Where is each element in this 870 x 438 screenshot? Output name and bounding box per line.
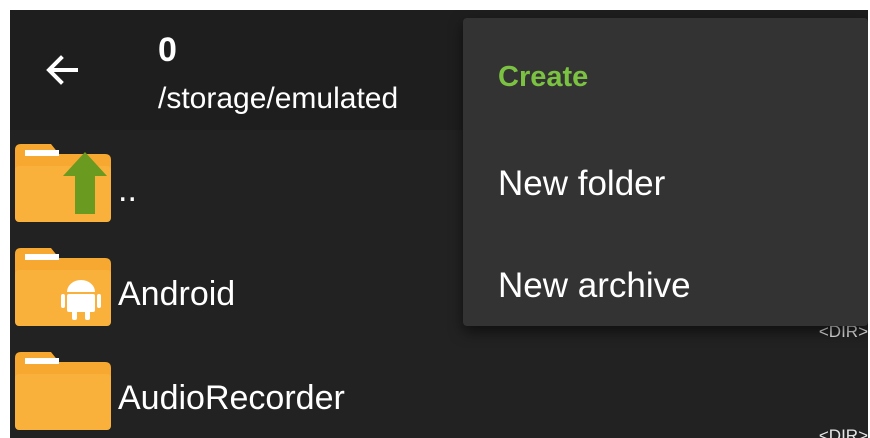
file-manager-screen: 0 /storage/emulated .. Android <DIR> Aud… (10, 10, 868, 438)
back-button[interactable] (38, 46, 86, 94)
menu-item-label: New archive (498, 266, 691, 305)
file-name: .. (118, 171, 137, 209)
folder-icon (15, 352, 111, 430)
file-row-audiorecorder[interactable]: AudioRecorder <DIR> (10, 344, 868, 438)
create-menu: Create New folder New archive (463, 18, 868, 326)
arrow-left-icon (46, 55, 78, 85)
current-path: /storage/emulated (158, 82, 399, 115)
page-title: 0 (158, 31, 177, 69)
file-meta: <DIR> (818, 426, 868, 438)
folder-android-icon (15, 248, 111, 326)
file-name: Android (118, 275, 236, 313)
new-archive-menu-item[interactable]: New archive (463, 238, 868, 334)
file-name: AudioRecorder (118, 379, 345, 417)
menu-title: Create (498, 61, 589, 93)
menu-item-label: New folder (498, 164, 666, 203)
new-folder-menu-item[interactable]: New folder (463, 136, 868, 232)
folder-up-icon (15, 144, 111, 222)
